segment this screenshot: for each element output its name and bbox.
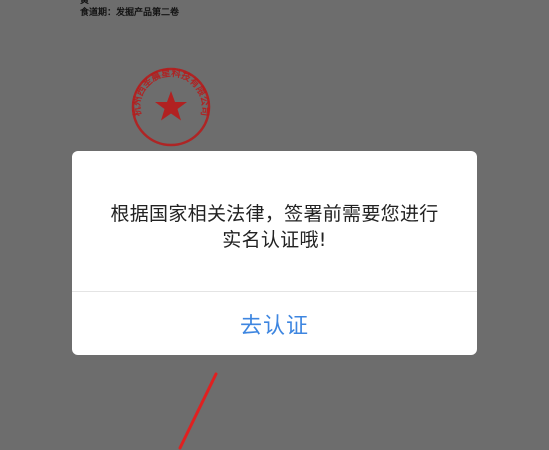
document-text-line: 黄 <box>80 0 90 6</box>
company-seal-icon: 杭州西圣晨星科技有限公司 <box>131 67 210 147</box>
verify-button[interactable]: 去认证 <box>72 292 477 355</box>
dialog-message: 根据国家相关法律，签署前需要您进行 实名认证哦! <box>72 201 477 253</box>
red-arrow-annotation <box>178 372 218 450</box>
verification-dialog: 根据国家相关法律，签署前需要您进行 实名认证哦! 去认证 <box>72 151 477 355</box>
dialog-message-line-1: 根据国家相关法律，签署前需要您进行 <box>110 203 439 225</box>
document-text-line: 食道期：发掘产品第二卷 <box>80 8 180 18</box>
dialog-message-line-2: 实名认证哦! <box>222 229 327 251</box>
